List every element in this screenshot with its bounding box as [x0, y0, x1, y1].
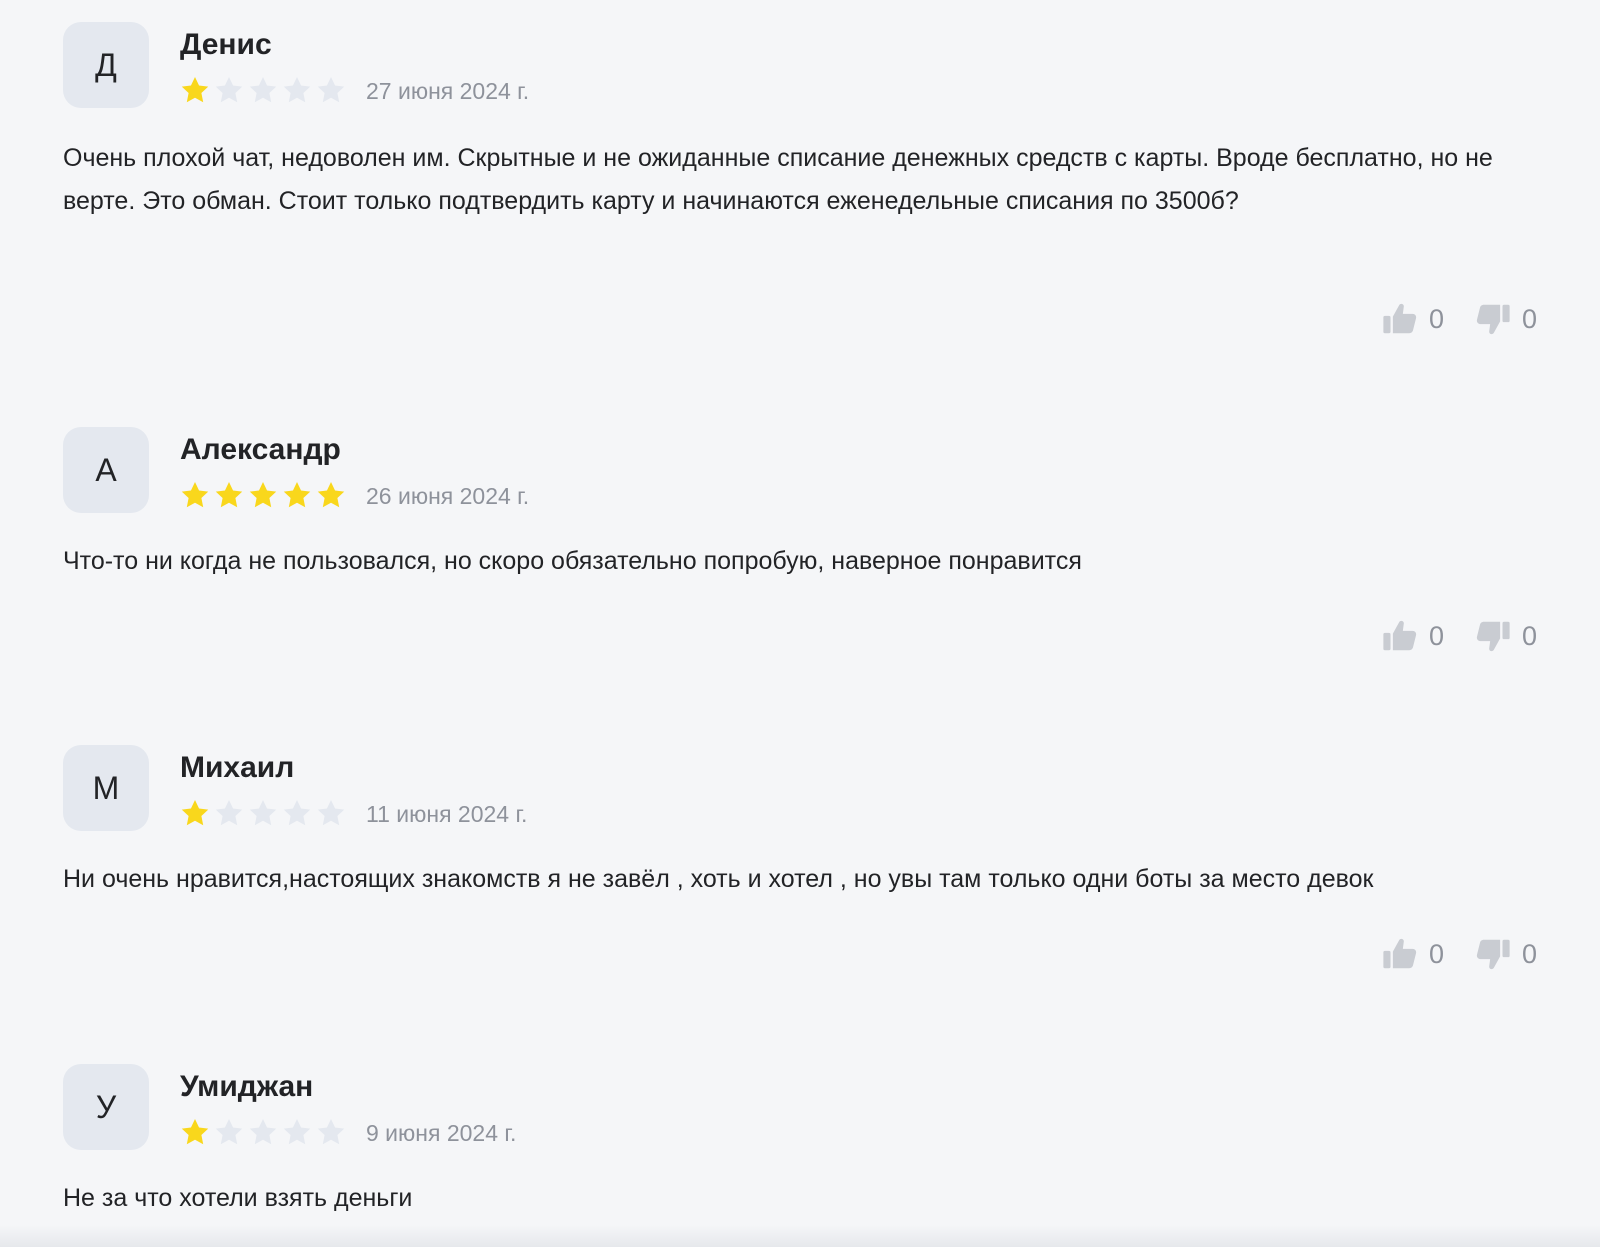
review-author: Михаил — [180, 751, 295, 784]
like-count: 0 — [1428, 938, 1444, 969]
review-date: 9 июня 2024 г. — [366, 1120, 517, 1146]
star-icon — [283, 77, 311, 103]
thumbs-down-icon — [1474, 300, 1512, 338]
star-icon — [249, 1119, 277, 1145]
star-icon — [317, 1119, 345, 1145]
review-author: Александр — [180, 433, 341, 466]
star-icon — [317, 482, 345, 508]
rating-stars — [178, 479, 348, 511]
review-date: 26 июня 2024 г. — [366, 483, 530, 509]
review-author: Умиджан — [180, 1070, 314, 1103]
thumbs-up-icon — [1381, 617, 1419, 655]
avatar: М — [63, 745, 149, 831]
star-icon — [249, 77, 277, 103]
thumbs-down-icon — [1474, 617, 1512, 655]
star-icon — [249, 800, 277, 826]
review-text: Что-то ни когда не пользовался, но скоро… — [63, 547, 1082, 575]
avatar: А — [63, 427, 149, 513]
star-icon — [181, 800, 209, 826]
thumbs-down-icon — [1474, 935, 1512, 973]
review-votes: 0 0 — [1381, 616, 1537, 656]
avatar: У — [63, 1064, 149, 1150]
rating-stars — [178, 74, 348, 106]
star-icon — [181, 482, 209, 508]
like-button[interactable]: 0 — [1381, 300, 1444, 338]
like-count: 0 — [1428, 620, 1444, 651]
review-votes: 0 0 — [1381, 299, 1537, 339]
review-text: Не за что хотели взять деньги — [63, 1184, 413, 1212]
star-icon — [181, 1119, 209, 1145]
star-icon — [249, 482, 277, 508]
thumbs-up-icon — [1381, 300, 1419, 338]
avatar: Д — [63, 22, 149, 108]
review-date: 27 июня 2024 г. — [366, 78, 530, 104]
star-icon — [215, 1119, 243, 1145]
thumbs-up-icon — [1381, 935, 1419, 973]
like-button[interactable]: 0 — [1381, 935, 1444, 973]
star-icon — [215, 77, 243, 103]
star-icon — [317, 77, 345, 103]
review-date: 11 июня 2024 г. — [366, 801, 528, 827]
dislike-count: 0 — [1521, 620, 1537, 651]
dislike-count: 0 — [1521, 938, 1537, 969]
dislike-button[interactable]: 0 — [1474, 935, 1537, 973]
star-icon — [317, 800, 345, 826]
rating-stars — [178, 797, 348, 829]
dislike-button[interactable]: 0 — [1474, 617, 1537, 655]
star-icon — [215, 482, 243, 508]
like-count: 0 — [1428, 303, 1444, 334]
dislike-button[interactable]: 0 — [1474, 300, 1537, 338]
review-author: Денис — [180, 28, 272, 61]
review-text: Ни очень нравится,настоящих знакомств я … — [63, 865, 1374, 893]
reviews-list: Д Денис 27 июня 2024 г. Очень плохой чат… — [0, 0, 1600, 1247]
review-votes: 0 0 — [1381, 934, 1537, 974]
star-icon — [283, 482, 311, 508]
star-icon — [215, 800, 243, 826]
star-icon — [181, 77, 209, 103]
rating-stars — [178, 1116, 348, 1148]
star-icon — [283, 1119, 311, 1145]
review-text: Очень плохой чат, недоволен им. Скрытные… — [63, 144, 1493, 215]
star-icon — [283, 800, 311, 826]
like-button[interactable]: 0 — [1381, 617, 1444, 655]
dislike-count: 0 — [1521, 303, 1537, 334]
scroll-fade — [0, 1225, 1600, 1247]
